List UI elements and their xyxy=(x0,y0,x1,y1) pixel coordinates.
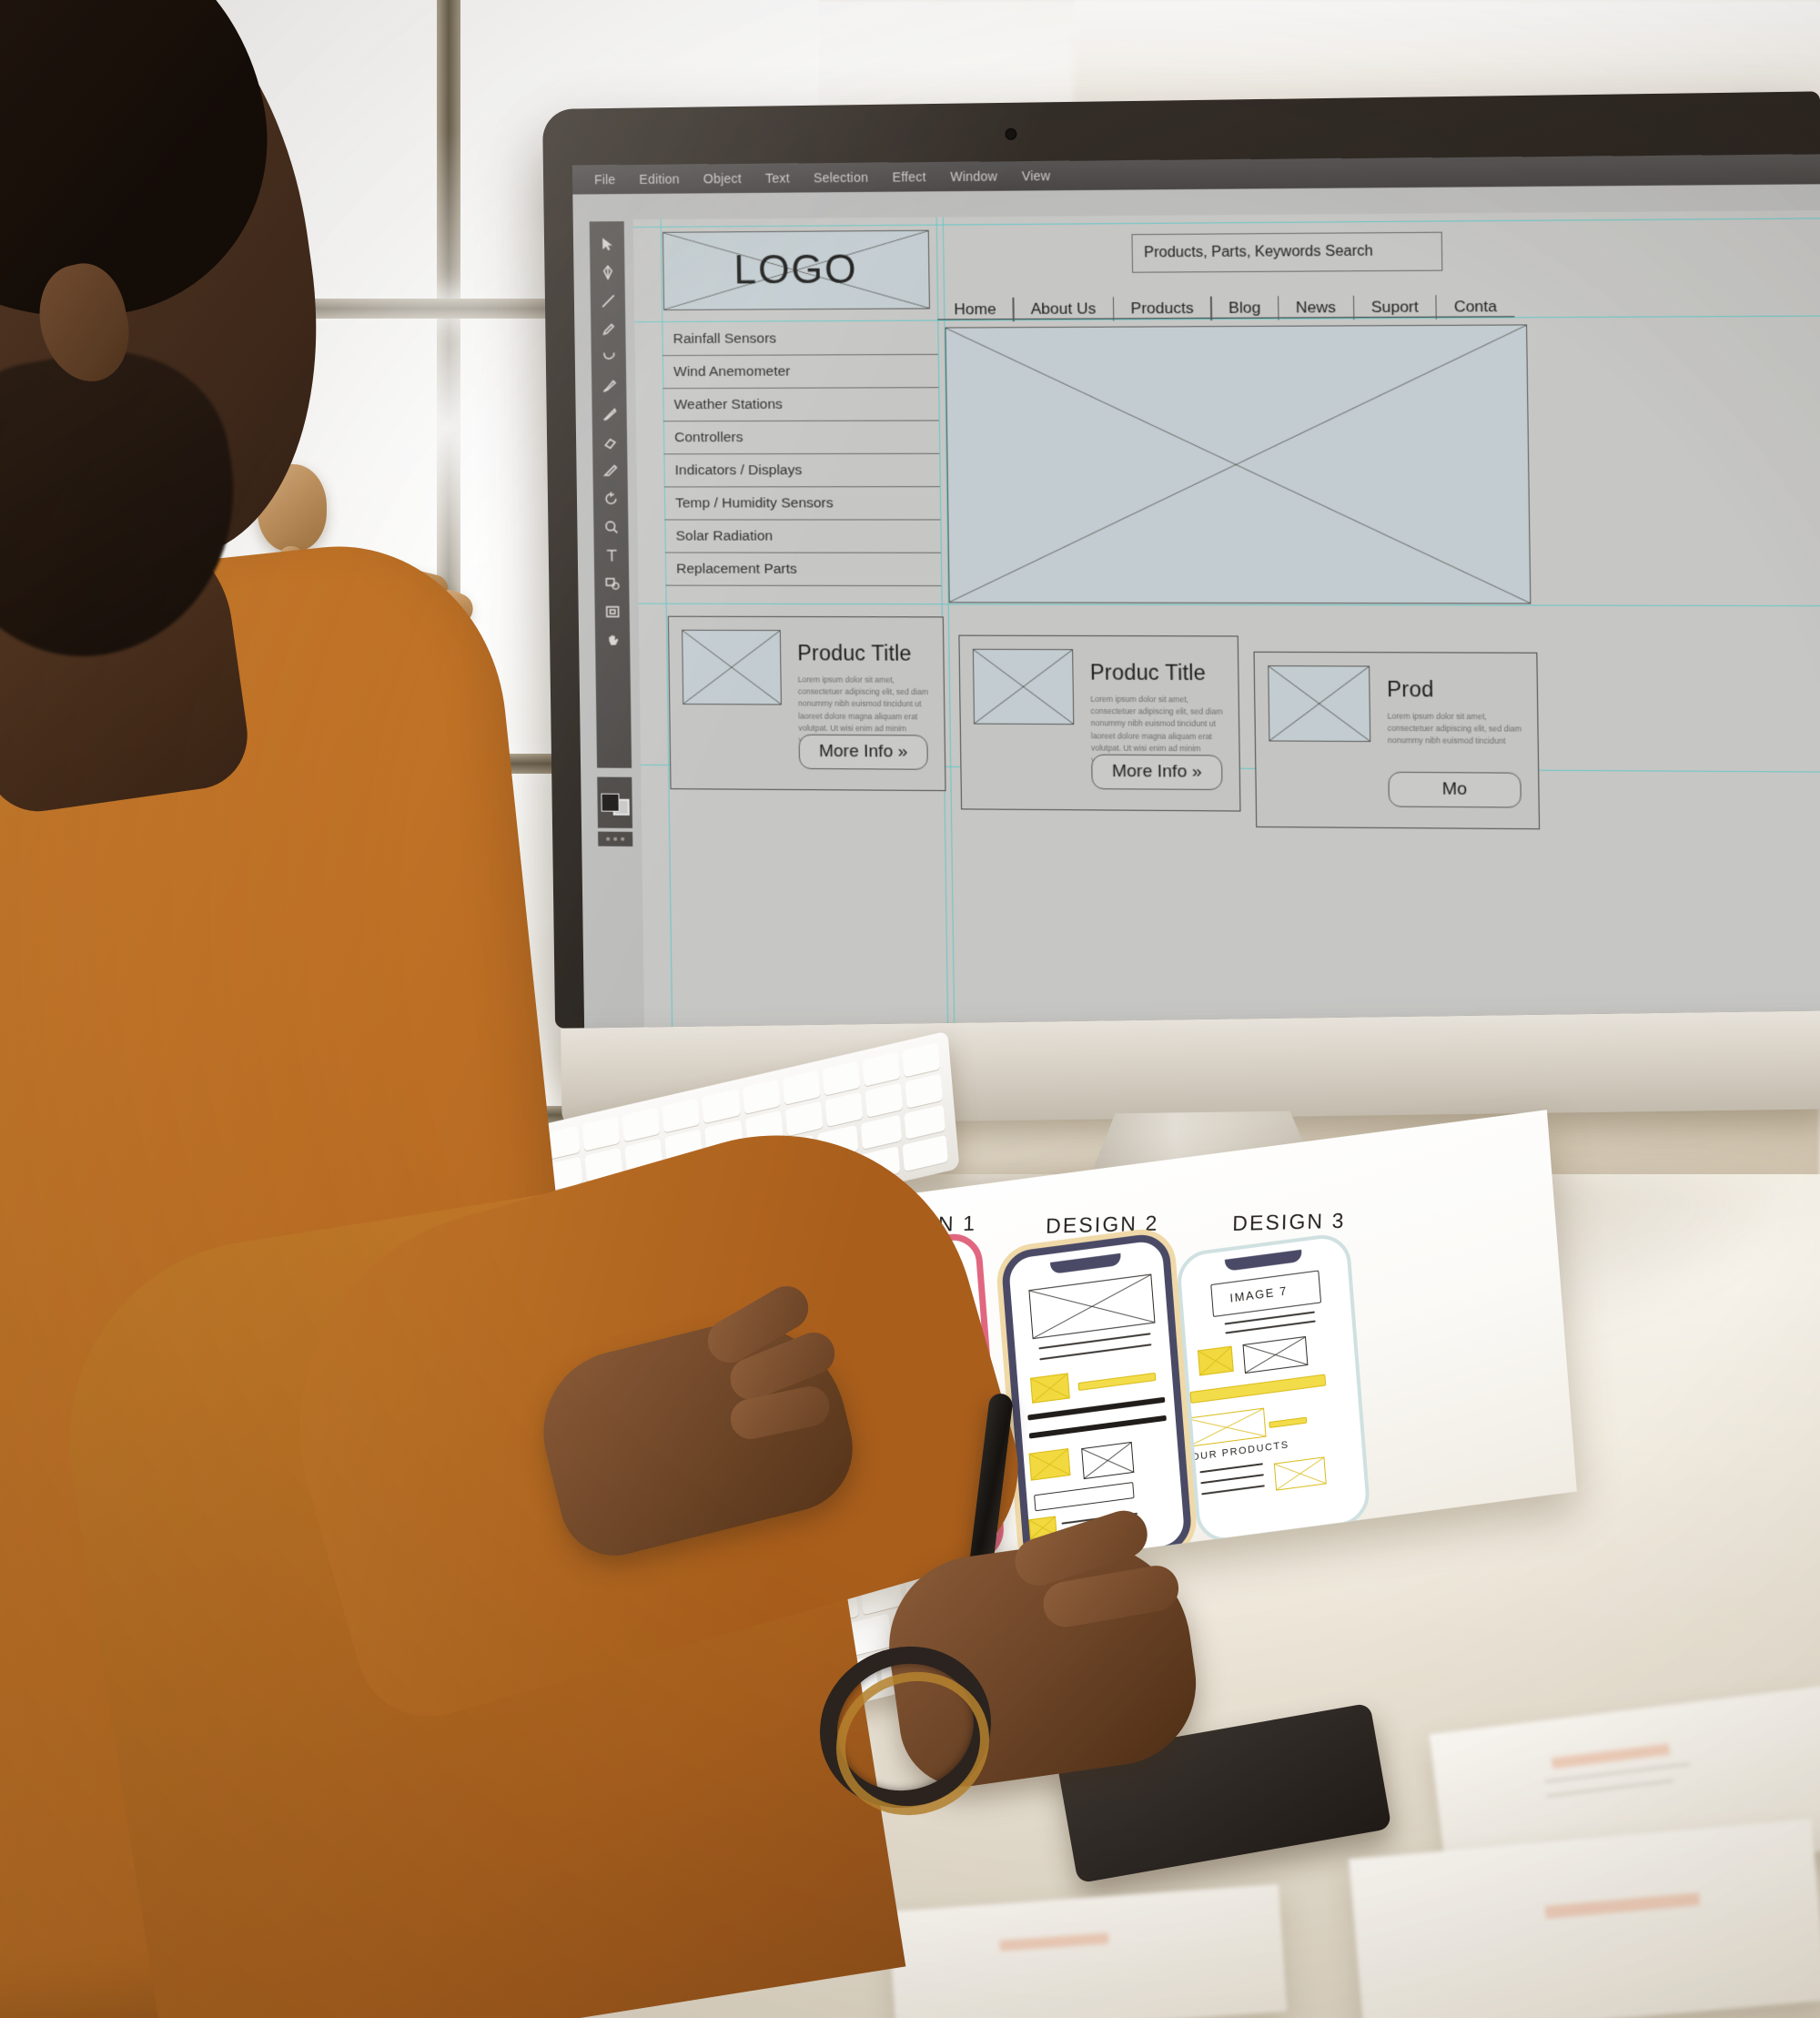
sketch-notch xyxy=(1049,1252,1122,1274)
more-info-label: More Info » xyxy=(1111,761,1202,782)
nav-item-news[interactable]: News xyxy=(1279,298,1353,319)
sketch-input-box xyxy=(1034,1482,1135,1512)
product-card[interactable]: Prod Lorem ipsum dolor sit amet, consect… xyxy=(1253,651,1541,830)
menu-item-selection[interactable]: Selection xyxy=(814,170,868,186)
sketch-notch xyxy=(1224,1249,1302,1272)
scene-root: File Edition Object Text Selection Effec… xyxy=(0,0,1820,2018)
nav-item-about-us[interactable]: About Us xyxy=(1014,299,1113,319)
app-body: LOGO Products, Parts, Keywords Search Ho… xyxy=(572,183,1820,1029)
main-navigation[interactable]: Home About Us Products Blog News Suport xyxy=(936,289,1515,328)
category-item-indicators-displays[interactable]: Indicators / Displays xyxy=(663,453,940,488)
category-item-solar-radiation[interactable]: Solar Radiation xyxy=(664,520,941,553)
more-info-button[interactable]: More Info » xyxy=(798,734,928,770)
nav-item-blog[interactable]: Blog xyxy=(1211,298,1279,319)
category-label: Indicators / Displays xyxy=(674,461,803,478)
sketch-thumbnail-yellow xyxy=(1186,1407,1267,1447)
more-info-label: Mo xyxy=(1441,779,1468,799)
sketch-bar-yellow xyxy=(1077,1372,1157,1392)
menu-item-object[interactable]: Object xyxy=(703,171,742,186)
product-title: Produc Title xyxy=(1089,660,1207,685)
sketch-bar-yellow xyxy=(1269,1416,1308,1429)
search-input[interactable]: Products, Parts, Keywords Search xyxy=(1131,231,1443,273)
paper-sketch-mark xyxy=(999,1932,1109,1952)
keyboard-key[interactable] xyxy=(904,1104,945,1141)
keyboard-key[interactable] xyxy=(905,1073,943,1109)
menu-item-window[interactable]: Window xyxy=(950,168,997,184)
sketch-thumbnail xyxy=(1081,1441,1135,1480)
category-label: Rainfall Sensors xyxy=(672,330,777,347)
product-image-placeholder xyxy=(1268,665,1371,743)
category-sidebar[interactable]: Rainfall Sensors Wind Anemometer Weather… xyxy=(662,321,942,587)
illustrator-window: File Edition Object Text Selection Effec… xyxy=(571,153,1820,1029)
menu-item-edition[interactable]: Edition xyxy=(639,172,680,187)
more-info-button[interactable]: Mo xyxy=(1388,771,1522,808)
category-label: Controllers xyxy=(674,429,743,445)
sketch-thumbnail-yellow xyxy=(1028,1448,1071,1481)
category-item-controllers[interactable]: Controllers xyxy=(662,421,940,455)
sketch-text-line xyxy=(1199,1463,1263,1474)
keyboard-key[interactable] xyxy=(864,1082,903,1118)
category-label: Solar Radiation xyxy=(675,528,774,544)
sketch-thumbnail-yellow xyxy=(1197,1345,1234,1376)
product-card[interactable]: Produc Title Lorem ipsum dolor sit amet,… xyxy=(958,634,1241,812)
sketch-thumbnail-yellow xyxy=(1029,1373,1070,1404)
search-input-value: Products, Parts, Keywords Search xyxy=(1143,243,1373,261)
product-title: Produc Title xyxy=(797,641,912,665)
menu-item-effect[interactable]: Effect xyxy=(892,169,926,184)
smart-guide xyxy=(632,218,1820,228)
sketch-thumbnail xyxy=(1242,1335,1309,1374)
category-item-weather-stations[interactable]: Weather Stations xyxy=(662,388,939,422)
keyboard-key[interactable] xyxy=(784,1100,824,1136)
paper-sketch-mark xyxy=(1544,1892,1701,1919)
category-label: Weather Stations xyxy=(673,396,784,412)
product-image-placeholder xyxy=(682,629,782,705)
nav-item-home[interactable]: Home xyxy=(936,299,1014,320)
menu-item-view[interactable]: View xyxy=(1022,168,1051,183)
category-label: Replacement Parts xyxy=(676,561,797,577)
smart-guide xyxy=(638,603,1820,607)
nav-item-contact[interactable]: Conta xyxy=(1436,297,1515,318)
sketch-thumbnail-yellow xyxy=(1273,1456,1327,1491)
designer-person xyxy=(0,0,906,2018)
paper-sketch-line xyxy=(1546,1780,1673,1798)
category-item-wind-anemometer[interactable]: Wind Anemometer xyxy=(662,354,939,390)
menu-item-text[interactable]: Text xyxy=(765,170,790,185)
nav-item-support[interactable]: Suport xyxy=(1353,297,1436,318)
sketch-text-line xyxy=(1201,1485,1265,1496)
keyboard-key[interactable] xyxy=(860,1114,903,1151)
monitor-bezel: File Edition Object Text Selection Effec… xyxy=(542,91,1820,1029)
hero-image-placeholder[interactable] xyxy=(945,324,1532,604)
category-item-replacement-parts[interactable]: Replacement Parts xyxy=(664,553,942,587)
keyboard-key[interactable] xyxy=(824,1091,864,1127)
more-info-button[interactable]: More Info » xyxy=(1091,754,1223,791)
category-label: Temp / Humidity Sensors xyxy=(675,494,834,511)
logo-label: LOGO xyxy=(733,247,859,293)
more-info-label: More Info » xyxy=(818,741,908,762)
imac-monitor: File Edition Object Text Selection Effec… xyxy=(542,91,1820,1029)
webcam-icon xyxy=(1005,127,1017,140)
product-description: Lorem ipsum dolor sit amet, consectetuer… xyxy=(1387,711,1522,746)
sketch-bar-yellow xyxy=(1189,1374,1327,1404)
category-item-temp-humidity-sensors[interactable]: Temp / Humidity Sensors xyxy=(663,487,941,521)
logo-placeholder[interactable]: LOGO xyxy=(662,229,930,311)
artboard-canvas[interactable]: LOGO Products, Parts, Keywords Search Ho… xyxy=(632,209,1820,1029)
paper-sketch-mark xyxy=(1551,1743,1671,1770)
sketch-text-line xyxy=(1200,1474,1264,1485)
sketch-phone-design-3: IMAGE 7 OUR PRODUCTS xyxy=(1175,1231,1372,1546)
nav-item-products[interactable]: Products xyxy=(1114,299,1211,319)
sketch-image-placeholder xyxy=(1028,1273,1156,1340)
product-card[interactable]: Produc Title Lorem ipsum dolor sit amet,… xyxy=(667,615,946,792)
category-label: Wind Anemometer xyxy=(673,363,791,380)
sketch-text-line-bold xyxy=(1028,1415,1167,1439)
product-title: Prod xyxy=(1386,676,1434,702)
category-item-rainfall-sensors[interactable]: Rainfall Sensors xyxy=(662,321,938,357)
product-image-placeholder xyxy=(972,648,1075,725)
sketch-title-design-3: DESIGN 3 xyxy=(1232,1208,1346,1235)
